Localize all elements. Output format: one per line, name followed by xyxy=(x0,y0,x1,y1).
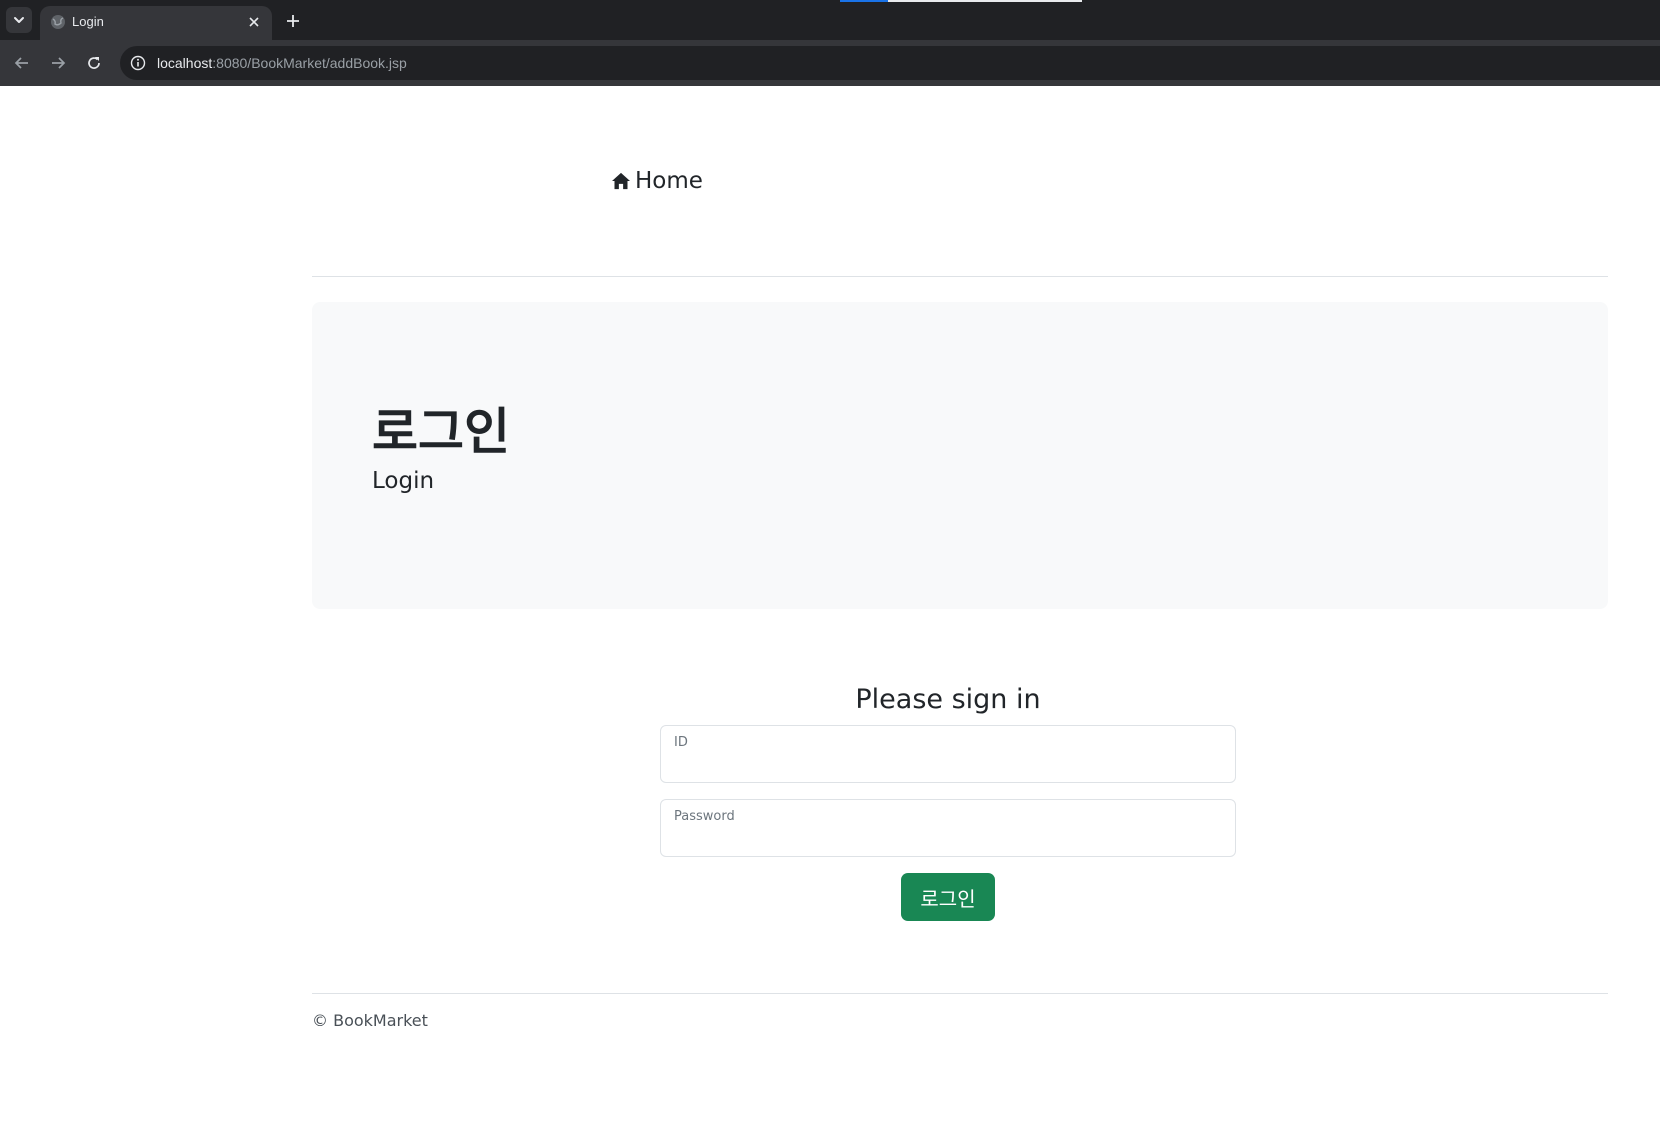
password-field-container: Password xyxy=(660,799,1236,857)
jumbotron: 로그인 Login xyxy=(312,302,1608,609)
tabbar-accent-strip xyxy=(840,0,1082,2)
login-button[interactable]: 로그인 xyxy=(901,873,995,921)
home-icon xyxy=(612,172,630,190)
signin-heading: Please sign in xyxy=(855,684,1041,715)
browser-tabbar: Login xyxy=(0,0,1660,40)
arrow-right-icon xyxy=(52,57,66,69)
reload-icon xyxy=(88,57,100,69)
browser-tab-active[interactable]: Login xyxy=(40,6,272,40)
id-field-container: ID xyxy=(660,725,1236,783)
back-button[interactable] xyxy=(8,49,36,77)
chevron-down-icon xyxy=(14,17,24,23)
footer-divider xyxy=(312,993,1608,994)
new-tab-button[interactable] xyxy=(280,8,306,34)
id-field-label: ID xyxy=(674,735,688,750)
browser-toolbar: localhost:8080/BookMarket/addBook.jsp xyxy=(0,40,1660,86)
home-link-label: Home xyxy=(635,168,703,194)
url-text: localhost:8080/BookMarket/addBook.jsp xyxy=(157,55,407,71)
url-host: localhost xyxy=(157,55,213,71)
password-input[interactable] xyxy=(673,826,1223,852)
reload-button[interactable] xyxy=(80,49,108,77)
home-link[interactable]: Home xyxy=(611,168,703,194)
page-subtitle: Login xyxy=(372,468,435,494)
site-info-button[interactable] xyxy=(126,51,150,75)
info-icon xyxy=(130,55,146,71)
tab-title: Login xyxy=(72,14,104,29)
arrow-left-icon xyxy=(14,57,28,69)
address-bar[interactable]: localhost:8080/BookMarket/addBook.jsp xyxy=(120,46,1660,80)
id-input[interactable] xyxy=(673,752,1223,778)
tab-close-button[interactable] xyxy=(244,12,264,32)
globe-icon xyxy=(51,15,65,29)
page-title: 로그인 xyxy=(372,403,510,461)
header-divider xyxy=(312,276,1608,277)
tab-search-button[interactable] xyxy=(6,7,32,33)
close-icon xyxy=(249,17,259,27)
url-path: :8080/BookMarket/addBook.jsp xyxy=(212,55,407,71)
page-content: Home 로그인 Login Please sign in ID Passwor… xyxy=(0,86,1660,1134)
forward-button[interactable] xyxy=(44,49,72,77)
password-field-label: Password xyxy=(674,809,735,824)
plus-icon xyxy=(287,15,299,27)
footer-text: © BookMarket xyxy=(312,1011,428,1030)
